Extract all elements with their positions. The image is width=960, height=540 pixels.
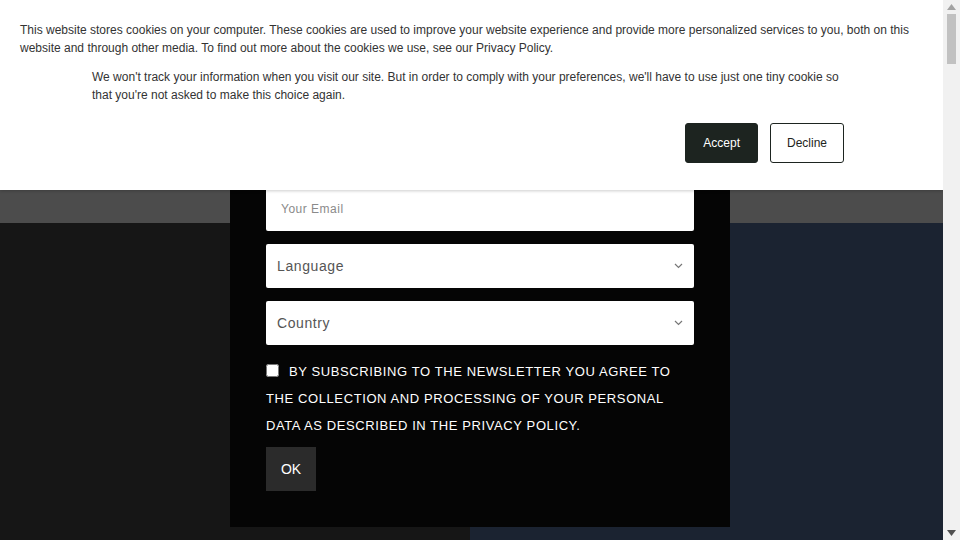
- decline-button[interactable]: Decline: [770, 123, 844, 163]
- select-placeholder: Language: [277, 256, 344, 277]
- scroll-down-icon[interactable]: [947, 530, 956, 536]
- chevron-down-icon: [674, 320, 683, 326]
- consent-text: BY SUBSCRIBING TO THE NEWSLETTER YOU AGR…: [266, 364, 670, 433]
- cookie-buttons: Accept Decline: [685, 123, 844, 163]
- cookie-banner: This website stores cookies on your comp…: [0, 0, 943, 190]
- scrollbar[interactable]: [943, 0, 960, 540]
- chevron-down-icon: [674, 263, 683, 269]
- page: Language Country BY SUBSCRIBING TO THE NE…: [0, 0, 960, 540]
- cookie-text: This website stores cookies on your comp…: [20, 21, 920, 57]
- ok-button[interactable]: OK: [266, 447, 316, 491]
- newsletter-modal: Language Country BY SUBSCRIBING TO THE NE…: [230, 150, 730, 527]
- select-list: Language Country: [266, 244, 694, 345]
- cookie-secondary-text: We won't track your information when you…: [92, 68, 852, 104]
- select-placeholder: Country: [277, 313, 330, 334]
- consent-checkbox[interactable]: [266, 364, 279, 377]
- accept-button[interactable]: Accept: [685, 123, 758, 163]
- scroll-up-icon[interactable]: [947, 4, 956, 10]
- consent-row: BY SUBSCRIBING TO THE NEWSLETTER YOU AGR…: [266, 358, 694, 439]
- email-input[interactable]: [266, 187, 694, 231]
- scrollbar-thumb[interactable]: [947, 14, 956, 64]
- select-field[interactable]: Language: [266, 244, 694, 288]
- select-field[interactable]: Country: [266, 301, 694, 345]
